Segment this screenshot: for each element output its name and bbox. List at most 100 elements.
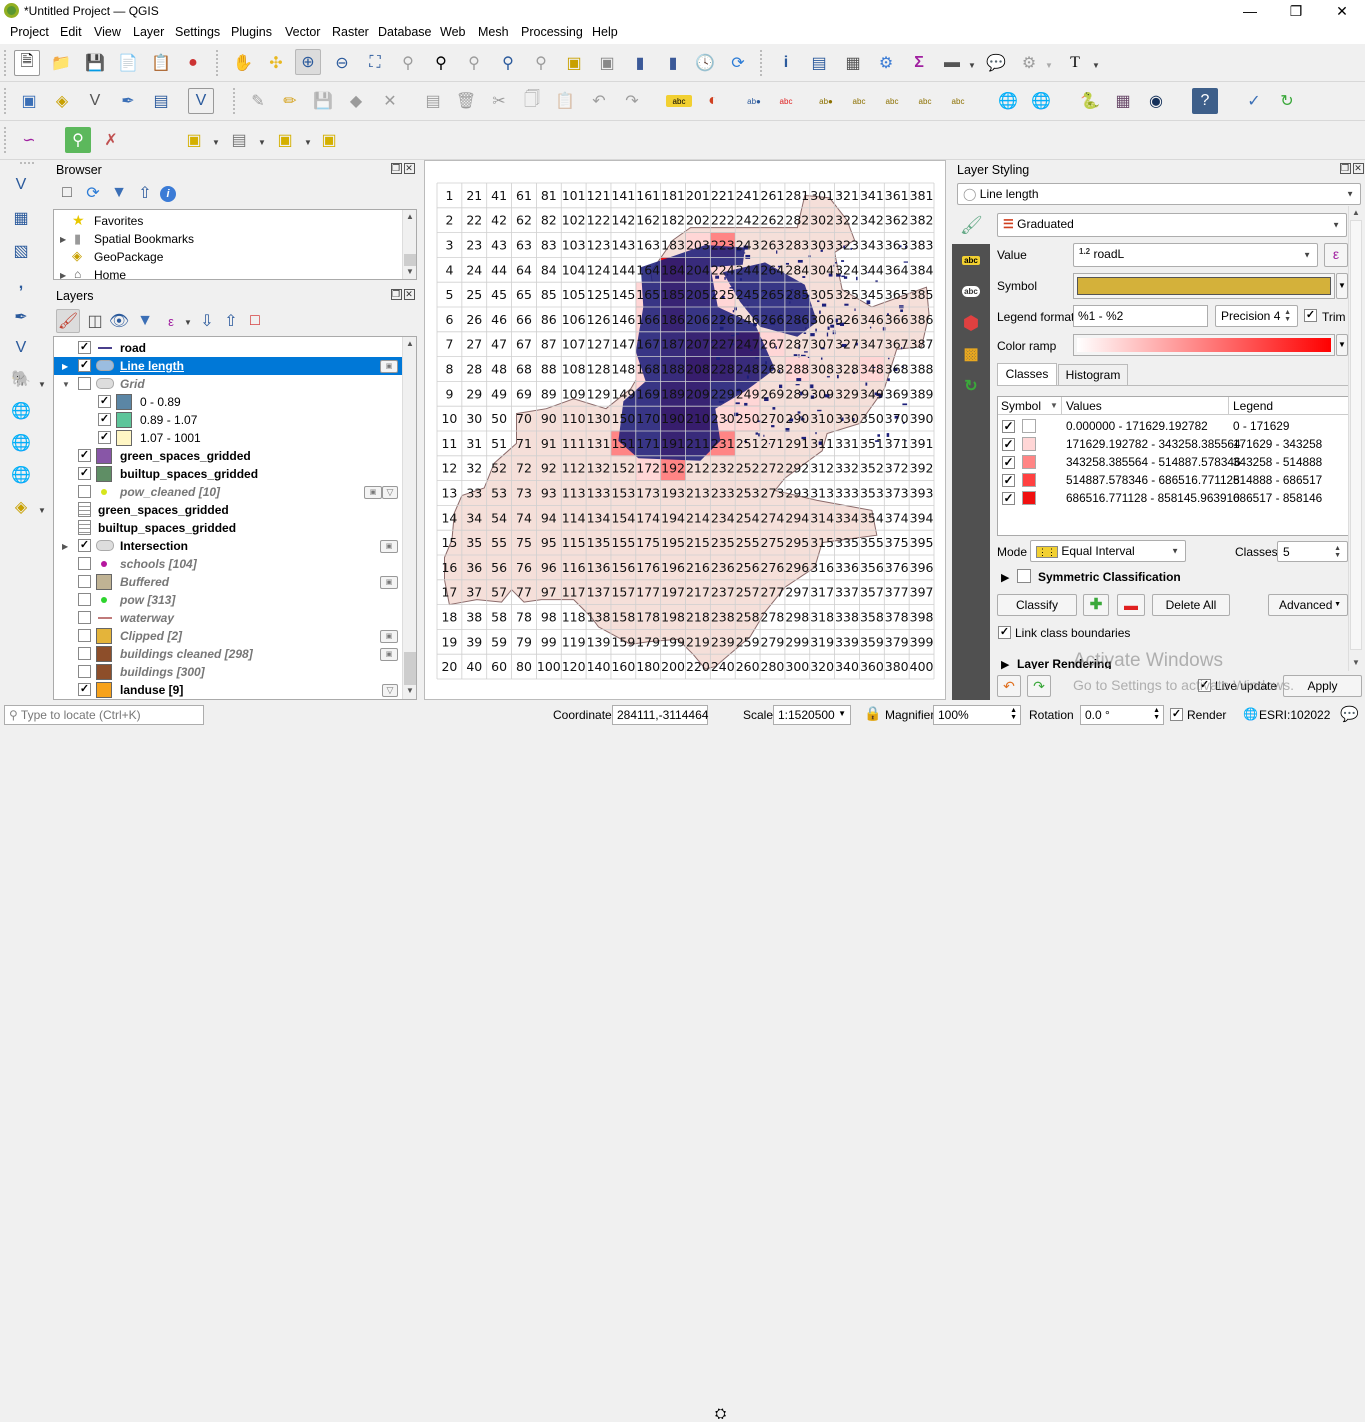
layer-item[interactable]: pow_cleaned [10] ▣ ▽ [54, 483, 416, 501]
class-checkbox[interactable]: ✓ [1002, 438, 1015, 451]
class-checkbox[interactable]: ✓ [1002, 420, 1015, 433]
browser-scrollbar[interactable]: ▲ ▼ [402, 210, 416, 279]
select-features-icon[interactable]: ▣ [181, 127, 207, 153]
layer-visibility-checkbox[interactable]: ✓ [78, 359, 91, 372]
locator-search-input[interactable]: ⚲ Type to locate (Ctrl+K) [4, 705, 204, 725]
color-ramp-button[interactable] [1073, 334, 1335, 356]
collapse-all-layers-icon[interactable]: ⇧ [220, 309, 242, 333]
trim-checkbox[interactable]: ✓ [1304, 309, 1317, 322]
class-values[interactable]: 514887.578346 - 686516.771128 [1066, 473, 1240, 487]
class-row[interactable]: ✓ 0.000000 - 171629.192782 0 - 171629 [998, 417, 1352, 435]
layout-manager-icon[interactable]: 📋 [148, 50, 174, 76]
toolbar-grip[interactable] [233, 88, 237, 114]
vertex-tool-icon[interactable]: ✕ [377, 88, 403, 114]
zoom-last-icon[interactable]: ⚲ [495, 50, 521, 76]
menu-raster[interactable]: Raster [332, 25, 369, 39]
expand-arrow-icon[interactable]: ▶ [62, 542, 68, 551]
precision-spinbox[interactable]: Precision 4 ▲ ▼ [1215, 305, 1298, 327]
deselect-dropdown-icon[interactable]: ▼ [304, 138, 312, 147]
identify-icon[interactable]: i [773, 50, 799, 76]
scroll-down-icon[interactable]: ▼ [403, 684, 416, 698]
layer-visibility-checkbox[interactable]: ✓ [98, 395, 111, 408]
layer-visibility-checkbox[interactable]: ✓ [78, 449, 91, 462]
layer-item[interactable]: ✓ green_spaces_gridded [54, 447, 416, 465]
crs-button[interactable]: ESRI:102022 [1259, 708, 1330, 722]
actions-dropdown-icon[interactable]: ▼ [1045, 61, 1053, 70]
class-checkbox[interactable]: ✓ [1002, 456, 1015, 469]
scroll-up-icon[interactable]: ▲ [1349, 206, 1363, 220]
style-manager-icon[interactable]: ● [180, 50, 206, 76]
undo-icon[interactable]: ↶ [586, 88, 612, 114]
float-panel-icon[interactable]: ❐ [1340, 163, 1351, 174]
embedded-layer-indicator-icon[interactable]: ▣ [380, 540, 398, 553]
class-legend[interactable]: 514888 - 686517 [1233, 473, 1322, 487]
new-geopackage-icon[interactable]: ◈ [49, 88, 75, 114]
pan-icon[interactable]: ✋ [230, 50, 256, 76]
class-checkbox[interactable]: ✓ [1002, 474, 1015, 487]
layer-selector-combo[interactable]: ◯ Line length ▼ [957, 183, 1361, 205]
select-by-value-icon[interactable]: ▤ [226, 127, 252, 153]
refresh-table-icon[interactable]: ↻ [1274, 88, 1300, 114]
menu-help[interactable]: Help [592, 25, 618, 39]
symbology-brush-icon[interactable]: 🖌 [960, 215, 983, 236]
layer-item[interactable]: ▶ ✓ Line length ▣ [54, 357, 402, 375]
expression-button[interactable]: ε [1324, 243, 1348, 267]
zoom-out-icon[interactable]: ⊖ [329, 50, 355, 76]
layer-item[interactable]: ✓ builtup_spaces_gridded [54, 465, 416, 483]
embedded-layer-indicator-icon[interactable]: ▣ [364, 486, 382, 499]
new-print-layout-icon[interactable]: 📄 [115, 50, 141, 76]
3d-view-tab-icon[interactable]: ⬢ [958, 310, 984, 336]
layer-item[interactable]: builtup_spaces_gridded [54, 519, 416, 537]
layer-item[interactable]: buildings cleaned [298] ▣ [54, 645, 416, 663]
close-button[interactable]: ✕ [1319, 0, 1365, 22]
class-row[interactable]: ✓ 514887.578346 - 686516.771128 514888 - 6… [998, 471, 1352, 489]
layer-visibility-checkbox[interactable] [78, 485, 91, 498]
menu-layer[interactable]: Layer [133, 25, 164, 39]
rule-labeling-icon[interactable]: abc [773, 88, 799, 114]
toggle-editing-icon[interactable]: ✏ [277, 88, 303, 114]
delete-all-button[interactable]: Delete All [1152, 594, 1230, 616]
map-tips-icon[interactable]: 💬 [983, 50, 1009, 76]
mode-combo[interactable]: ⋮⋮ Equal Interval ▼ [1030, 540, 1186, 562]
scroll-up-icon[interactable]: ▲ [403, 337, 416, 351]
open-project-icon[interactable]: 📁 [48, 50, 74, 76]
browser-filter-icon[interactable]: ▼ [108, 182, 130, 204]
pan-to-selection-icon[interactable]: ✣ [263, 50, 289, 76]
delete-selected-icon[interactable]: 🗑 [453, 88, 479, 114]
menu-edit[interactable]: Edit [60, 25, 82, 39]
open-layer-styling-icon[interactable]: 🖌 [56, 309, 80, 333]
link-boundaries-checkbox[interactable]: ✓ [998, 626, 1011, 639]
menu-view[interactable]: View [94, 25, 121, 39]
class-values[interactable]: 171629.192782 - 343258.385564 [1066, 437, 1241, 451]
properties-info-icon[interactable]: i [160, 186, 176, 202]
zoom-full-icon[interactable]: ⛶ [362, 50, 388, 76]
advanced-button[interactable]: Advanced ▼ [1268, 594, 1348, 616]
browser-item-home[interactable]: ▶ ⌂ Home [54, 266, 416, 279]
masks-tab-icon[interactable]: abc [962, 286, 980, 297]
class-legend[interactable]: 686517 - 858146 [1233, 491, 1322, 505]
browser-item-favorites[interactable]: ★ Favorites [54, 212, 416, 230]
column-header-legend[interactable]: Legend [1233, 399, 1273, 413]
layer-item[interactable]: Clipped [2] ▣ [54, 627, 416, 645]
layer-visibility-checkbox[interactable] [78, 575, 91, 588]
new-bookmark-icon[interactable]: ▮ [627, 50, 653, 76]
class-symbol-swatch[interactable] [1022, 455, 1036, 469]
add-selected-layers-icon[interactable]: □ [56, 182, 78, 204]
class-legend[interactable]: 171629 - 343258 [1233, 437, 1322, 451]
float-panel-icon[interactable]: ❐ [391, 163, 402, 174]
copy-icon[interactable]: 🗍 [519, 88, 545, 114]
scroll-up-icon[interactable]: ▲ [403, 210, 416, 224]
redo-icon[interactable]: ↷ [619, 88, 645, 114]
history-tab-icon[interactable]: ↻ [958, 374, 984, 400]
expand-arrow-icon[interactable]: ▶ [1001, 571, 1009, 584]
layer-visibility-checkbox[interactable]: ✓ [78, 341, 91, 354]
rotate-label-icon[interactable]: abc [912, 88, 938, 114]
layer-visibility-checkbox[interactable] [78, 647, 91, 660]
data-source-manager-icon[interactable]: ▣ [16, 88, 42, 114]
color-ramp-dropdown-button[interactable]: ▼ [1336, 334, 1348, 356]
scroll-thumb[interactable] [1350, 220, 1362, 650]
layer-item[interactable]: pow [313] [54, 591, 416, 609]
filter-expression-icon[interactable]: ε [160, 309, 182, 333]
new-map-view-icon[interactable]: ▣ [561, 50, 587, 76]
collapse-all-icon[interactable]: ⇧ [134, 182, 156, 204]
